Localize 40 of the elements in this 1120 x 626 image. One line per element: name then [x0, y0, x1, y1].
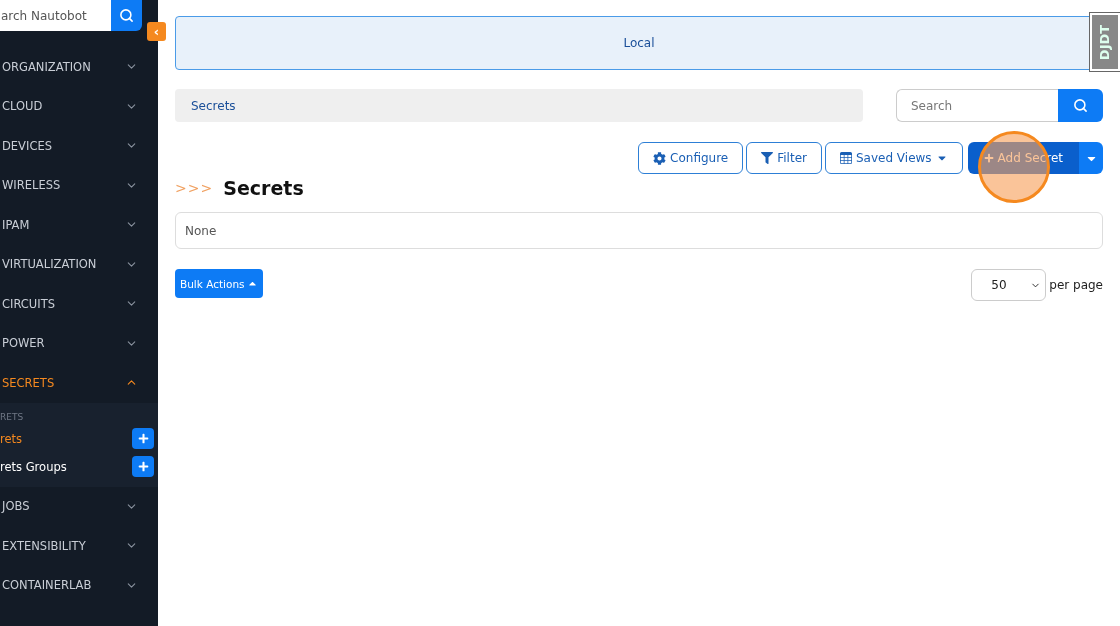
- page-title: Secrets: [223, 177, 304, 199]
- per-page-select[interactable]: 50: [971, 269, 1047, 301]
- search-icon: [119, 8, 134, 23]
- nav-section[interactable]: IPAM: [0, 205, 158, 245]
- nav-section[interactable]: CLOUD: [0, 86, 158, 126]
- search-field[interactable]: Search: [896, 89, 1058, 122]
- search-button[interactable]: [1058, 89, 1103, 122]
- nav-section[interactable]: CONTAINERLAB: [0, 565, 158, 605]
- nav-section[interactable]: EXTENSIBILITY: [0, 526, 158, 566]
- table-icon: [839, 152, 852, 164]
- bulk-actions-button[interactable]: Bulk Actions: [175, 269, 263, 298]
- add-button[interactable]: [132, 456, 154, 477]
- submenu-heading: RETS: [0, 410, 25, 424]
- search-button[interactable]: [111, 0, 142, 31]
- nav-section[interactable]: VIRTUALIZATION: [0, 244, 158, 284]
- search-icon: [1073, 98, 1088, 113]
- filter-button[interactable]: Filter: [746, 142, 822, 174]
- nav-link[interactable]: rets Groups: [0, 459, 67, 474]
- filter-summary: None: [175, 212, 1103, 249]
- per-page-label: per page: [1049, 278, 1103, 292]
- nav-link[interactable]: rets: [0, 431, 23, 446]
- plus-icon: [137, 461, 149, 472]
- configure-button[interactable]: Configure: [638, 142, 744, 174]
- add-button[interactable]: [132, 428, 154, 449]
- nav-section[interactable]: SECRETS: [0, 363, 158, 403]
- plus-icon: [137, 433, 149, 444]
- nav-section[interactable]: POWER: [0, 323, 158, 363]
- gear-icon: [653, 151, 667, 165]
- nav-section[interactable]: ORGANIZATION: [0, 47, 158, 87]
- nav-section[interactable]: WIRELESS: [0, 165, 158, 205]
- nav-section[interactable]: CIRCUITS: [0, 284, 158, 324]
- saved-views-button[interactable]: Saved Views: [824, 142, 963, 174]
- breadcrumb-link[interactable]: Secrets: [191, 98, 236, 113]
- dropdown-button[interactable]: [1079, 142, 1103, 174]
- nav-section[interactable]: JOBS: [0, 486, 158, 526]
- filter-icon: [761, 152, 774, 164]
- search-field[interactable]: arch Nautobot: [0, 0, 111, 31]
- title-prefix: >>>: [175, 180, 214, 196]
- nav-section[interactable]: DEVICES: [0, 126, 158, 166]
- plus-icon: [983, 153, 994, 163]
